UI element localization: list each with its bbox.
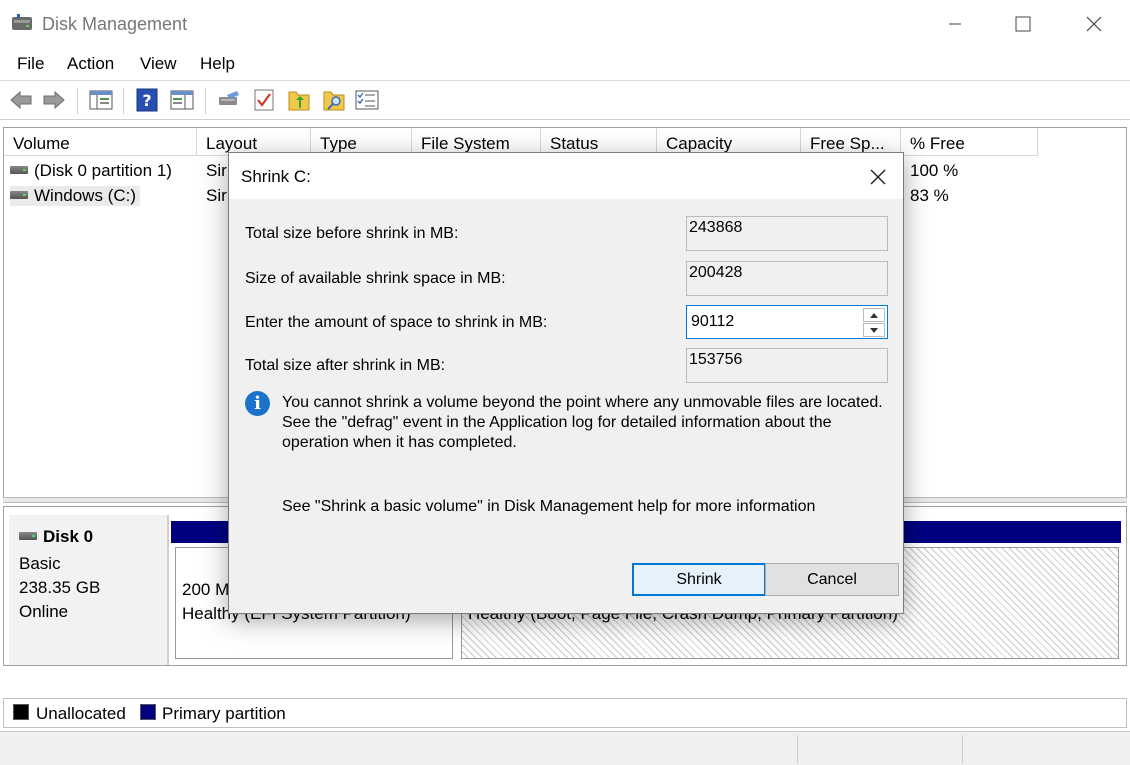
disk-type: Basic	[19, 554, 61, 573]
disk-size: 238.35 GB	[19, 578, 101, 597]
disk-0-label[interactable]: Disk 0 Basic 238.35 GB Online	[9, 515, 169, 665]
toolbar-separator	[123, 88, 124, 114]
partition-size: 200 M	[182, 580, 230, 599]
drive-icon	[19, 531, 37, 540]
back-arrow-icon[interactable]	[8, 87, 34, 113]
legend-label-primary: Primary partition	[162, 704, 286, 723]
connect-icon[interactable]	[216, 87, 242, 113]
dialog-title-bar: Shrink C:	[229, 153, 903, 199]
disk-name: Disk 0	[19, 527, 93, 547]
cancel-button[interactable]: Cancel	[765, 563, 899, 596]
drive-icon	[10, 190, 28, 199]
help-icon[interactable]: ?	[134, 87, 160, 113]
percent-free-cell: 83 %	[910, 186, 949, 205]
title-bar: Disk Management	[0, 0, 1130, 48]
spin-down-icon[interactable]	[863, 323, 885, 337]
layout-cell: Sir	[206, 186, 227, 205]
minimize-button[interactable]	[927, 8, 983, 40]
window-title: Disk Management	[42, 14, 188, 34]
svg-text:?: ?	[142, 91, 151, 110]
toolbar-separator	[205, 88, 206, 114]
disk-state: Online	[19, 602, 69, 621]
list-view-icon[interactable]	[354, 87, 380, 113]
available-space-label: Size of available shrink space in MB:	[245, 270, 506, 287]
total-after-field: 153756	[686, 348, 888, 383]
disk-management-icon	[11, 14, 35, 34]
shrink-dialog: Shrink C: Total size before shrink in MB…	[228, 152, 904, 614]
column-header-percent-free[interactable]: % Free	[901, 128, 1038, 156]
total-before-label: Total size before shrink in MB:	[245, 225, 459, 242]
up-folder-icon[interactable]	[286, 87, 312, 113]
legend-swatch-unallocated	[13, 704, 29, 720]
show-hide-icon[interactable]	[169, 87, 195, 113]
total-after-label: Total size after shrink in MB:	[245, 357, 446, 374]
legend-label-unallocated: Unallocated	[36, 704, 126, 723]
toolbar: ?	[0, 82, 1130, 120]
toolbar-separator	[77, 88, 78, 114]
menu-help[interactable]: Help	[200, 54, 235, 74]
volume-cell: Windows (C:)	[10, 186, 141, 206]
help-link[interactable]: See "Shrink a basic volume" in Disk Mana…	[282, 498, 815, 516]
console-tree-icon[interactable]	[88, 87, 114, 113]
column-header-volume[interactable]: Volume	[4, 128, 197, 156]
search-folder-icon[interactable]	[321, 87, 347, 113]
shrink-amount-input[interactable]	[691, 313, 859, 331]
maximize-button[interactable]	[995, 8, 1051, 40]
close-button[interactable]	[1066, 8, 1122, 40]
menu-action[interactable]: Action	[67, 54, 114, 74]
layout-cell: Sir	[206, 161, 227, 180]
properties-icon[interactable]	[251, 87, 277, 113]
dialog-close-icon[interactable]	[863, 163, 893, 191]
legend: Unallocated Primary partition	[3, 698, 1127, 728]
percent-free-cell: 100 %	[910, 161, 959, 180]
legend-swatch-primary	[140, 704, 156, 720]
info-icon: i	[245, 391, 270, 416]
dialog-title: Shrink C:	[241, 167, 311, 186]
status-bar	[0, 731, 1130, 765]
menu-file[interactable]: File	[17, 54, 44, 74]
shrink-amount-label: Enter the amount of space to shrink in M…	[245, 314, 548, 331]
spin-up-icon[interactable]	[863, 308, 885, 322]
total-before-field: 243868	[686, 216, 888, 251]
menu-view[interactable]: View	[140, 54, 177, 74]
available-space-field: 200428	[686, 261, 888, 296]
status-divider	[797, 735, 798, 763]
status-divider	[962, 735, 963, 763]
menu-bar: File Action View Help	[0, 50, 1130, 80]
info-message: You cannot shrink a volume beyond the po…	[282, 394, 883, 451]
shrink-amount-stepper[interactable]	[686, 305, 888, 339]
shrink-button[interactable]: Shrink	[632, 563, 766, 596]
volume-cell: (Disk 0 partition 1)	[10, 161, 172, 181]
menu-divider	[0, 80, 1130, 81]
forward-arrow-icon[interactable]	[41, 87, 67, 113]
drive-icon	[10, 165, 28, 174]
